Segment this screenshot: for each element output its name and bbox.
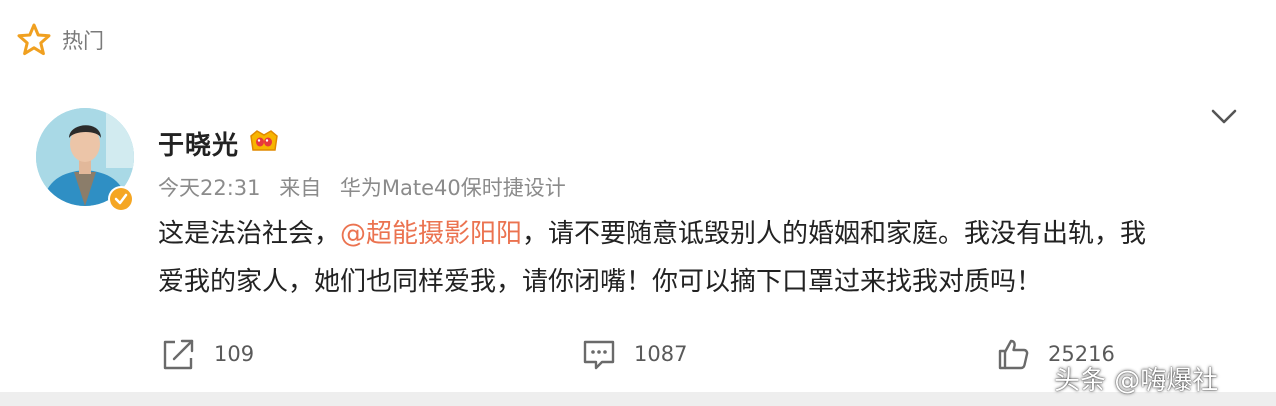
weibo-post-card: 热门 于晓光 今天22:31 来自 华为Mate40保时捷设计 这是法治社会，@… — [0, 0, 1276, 406]
post-line-1: 这是法治社会，@超能摄影阳阳，请不要随意诋毁别人的婚姻和家庭。我没有出轨，我 — [158, 210, 1236, 258]
source-device[interactable]: 华为Mate40保时捷设计 — [340, 176, 566, 200]
author-row: 于晓光 — [158, 124, 279, 162]
post-time: 今天22:31 — [158, 176, 261, 200]
repost-count: 109 — [214, 342, 255, 366]
verified-check-icon — [114, 193, 128, 205]
verified-badge — [108, 186, 134, 212]
source-prefix: 来自 — [279, 176, 322, 200]
body-text-1: 这是法治社会， — [158, 219, 341, 249]
body-text-2: ，请不要随意诋毁别人的婚姻和家庭。我没有出轨，我 — [522, 219, 1147, 249]
watermark: 头条 @嗨爆社 — [1054, 365, 1219, 396]
thumbs-up-icon — [996, 337, 1030, 371]
comment-button[interactable]: 1087 — [582, 334, 687, 374]
mention-link[interactable]: @超能摄影阳阳 — [340, 219, 522, 249]
post-meta: 今天22:31 来自 华为Mate40保时捷设计 — [158, 172, 578, 202]
hot-header: 热门 — [16, 20, 104, 60]
comment-icon — [582, 338, 616, 370]
repost-icon — [160, 337, 196, 371]
star-icon — [16, 22, 52, 58]
repost-button[interactable]: 109 — [160, 334, 254, 374]
comment-count: 1087 — [634, 342, 688, 366]
post-body: 这是法治社会，@超能摄影阳阳，请不要随意诋毁别人的婚姻和家庭。我没有出轨，我 爱… — [158, 210, 1236, 306]
crown-icon[interactable] — [249, 128, 279, 158]
author-name[interactable]: 于晓光 — [158, 125, 239, 162]
chevron-down-icon[interactable] — [1208, 102, 1240, 130]
hot-label: 热门 — [62, 29, 104, 53]
post-line-2: 爱我的家人，她们也同样爱我，请你闭嘴！你可以摘下口罩过来找我对质吗！ — [158, 267, 1043, 297]
